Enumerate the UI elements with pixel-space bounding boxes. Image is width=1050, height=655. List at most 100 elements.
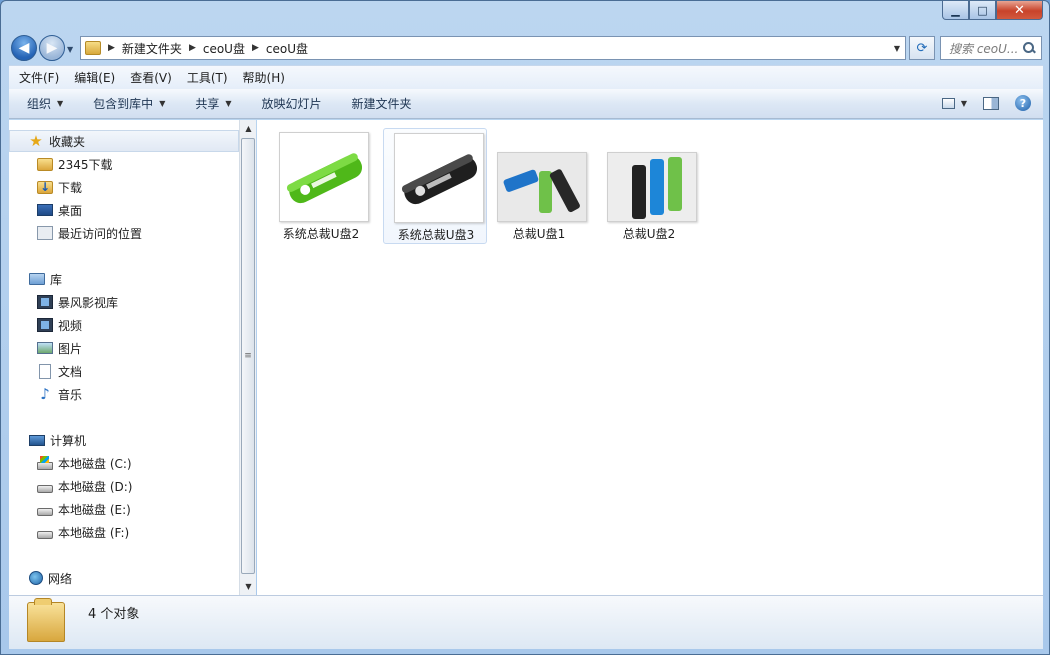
document-icon (39, 363, 51, 379)
image-thumbnail (607, 152, 697, 222)
nav-item-label: 图片 (58, 341, 83, 356)
menu-edit[interactable]: 编辑(E) (64, 69, 120, 86)
menu-file[interactable]: 文件(F) (9, 69, 64, 86)
nav-item-music[interactable]: ♪ 音乐 (37, 383, 82, 405)
hard-drive-icon (37, 531, 53, 539)
hard-drive-icon (37, 485, 53, 493)
folder-icon (27, 598, 65, 642)
nav-network-label: 网络 (48, 571, 73, 586)
nav-item-downloads[interactable]: 下载 (37, 176, 82, 198)
share-label: 共享 (195, 97, 220, 111)
nav-item-label: 本地磁盘 (D:) (58, 479, 133, 494)
nav-item-label: 最近访问的位置 (58, 226, 143, 241)
menu-view[interactable]: 查看(V) (120, 69, 177, 86)
address-bar[interactable]: ▶ 新建文件夹 ▶ ceoU盘 ▶ ceoU盘 ▼ (80, 36, 906, 60)
network-icon (29, 571, 43, 585)
nav-computer[interactable]: 计算机 (9, 429, 239, 451)
view-controls: ▼ ? (941, 95, 1031, 111)
menu-help[interactable]: 帮助(H) (233, 69, 290, 86)
nav-item-drive-f[interactable]: 本地磁盘 (F:) (37, 521, 129, 543)
nav-item-drive-e[interactable]: 本地磁盘 (E:) (37, 498, 131, 520)
nav-item-recent-places[interactable]: 最近访问的位置 (37, 222, 142, 244)
views-dropdown-icon[interactable]: ▼ (961, 99, 967, 108)
chevron-down-icon: ▼ (57, 99, 64, 108)
file-list: 系统总裁U盘2 系统总裁U盘3 总裁U盘1 总裁U盘2 (257, 120, 1043, 595)
image-thumbnail (279, 132, 369, 222)
nav-item-videos[interactable]: 视频 (37, 314, 82, 336)
new-folder-button[interactable]: 新建文件夹 (352, 95, 412, 112)
refresh-button[interactable]: ⟳ (909, 36, 935, 60)
breadcrumb-item[interactable]: ceoU盘 (266, 40, 308, 57)
breadcrumb-separator[interactable]: ▶ (108, 43, 115, 53)
search-icon[interactable] (1023, 42, 1035, 54)
organize-label: 组织 (27, 97, 52, 111)
black-usb-drive-icon (401, 154, 478, 205)
minimize-button[interactable]: ▁ (942, 1, 969, 20)
preview-pane-icon[interactable] (983, 96, 999, 110)
change-view-icon[interactable] (941, 97, 955, 109)
file-item[interactable]: 总裁U盘1 (487, 128, 591, 244)
forward-button[interactable]: ▶ (39, 35, 65, 61)
include-in-library-button[interactable]: 包含到库中 ▼ (93, 95, 165, 112)
breadcrumb-separator[interactable]: ▶ (252, 43, 259, 53)
folder-icon (37, 157, 53, 171)
video-library-icon (37, 295, 53, 309)
nav-item-documents[interactable]: 文档 (37, 360, 82, 382)
close-button[interactable]: ✕ (996, 1, 1043, 20)
nav-item-pictures[interactable]: 图片 (37, 337, 82, 359)
computer-icon (29, 434, 45, 446)
nav-item-desktop[interactable]: 桌面 (37, 199, 82, 221)
recent-places-icon (37, 226, 53, 240)
scroll-up-arrow-icon[interactable]: ▲ (240, 120, 257, 137)
recent-pages-dropdown[interactable]: ▼ (67, 45, 73, 54)
search-input[interactable]: 搜索 ceoU... (941, 40, 1021, 57)
nav-item-baofeng-library[interactable]: 暴风影视库 (37, 291, 118, 313)
breadcrumb-separator[interactable]: ▶ (189, 43, 196, 53)
scroll-thumb[interactable]: ≡ (241, 138, 255, 574)
nav-item-label: 音乐 (58, 387, 83, 402)
menu-bar: 文件(F) 编辑(E) 查看(V) 工具(T) 帮助(H) (9, 65, 1043, 89)
nav-favorites[interactable]: ★ 收藏夹 (9, 130, 239, 152)
share-button[interactable]: 共享 ▼ (195, 95, 231, 112)
scroll-down-arrow-icon[interactable]: ▼ (240, 578, 257, 595)
navigation-pane: ★ 收藏夹 2345下载 下载 桌面 最近访问的位置 库 暴风影视库 (9, 120, 239, 595)
nav-item-label: 本地磁盘 (E:) (58, 502, 131, 517)
desktop-icon (37, 204, 53, 216)
nav-libraries[interactable]: 库 (9, 268, 239, 290)
maximize-button[interactable]: □ (969, 1, 996, 20)
menu-tools[interactable]: 工具(T) (177, 69, 233, 86)
nav-favorites-label: 收藏夹 (49, 134, 86, 149)
image-thumbnail (497, 152, 587, 222)
organize-button[interactable]: 组织 ▼ (27, 95, 63, 112)
file-item[interactable]: 系统总裁U盘2 (269, 128, 373, 244)
chevron-down-icon: ▼ (159, 99, 166, 108)
help-icon[interactable]: ? (1015, 95, 1031, 111)
nav-item-drive-d[interactable]: 本地磁盘 (D:) (37, 475, 132, 497)
file-name: 系统总裁U盘3 (397, 228, 475, 242)
item-count: 4 个对象 (88, 607, 140, 622)
slideshow-button[interactable]: 放映幻灯片 (262, 95, 322, 112)
file-name: 总裁U盘1 (512, 227, 566, 241)
search-box[interactable]: 搜索 ceoU... (940, 36, 1042, 60)
downloads-folder-icon (37, 180, 53, 194)
nav-network[interactable]: 网络 (9, 567, 239, 589)
nav-item-2345-downloads[interactable]: 2345下载 (37, 153, 113, 175)
back-button[interactable]: ◀ (11, 35, 37, 61)
nav-item-label: 暴风影视库 (58, 295, 119, 310)
usb-drives-photo-icon (608, 153, 696, 221)
caption-buttons: ▁ □ ✕ (942, 1, 1043, 20)
breadcrumb-item[interactable]: 新建文件夹 (122, 40, 182, 57)
breadcrumb-item[interactable]: ceoU盘 (203, 40, 245, 57)
green-usb-drive-icon (286, 153, 363, 204)
nav-item-label: 桌面 (58, 203, 83, 218)
navigation-scrollbar[interactable]: ▲ ≡ ▼ (239, 120, 256, 595)
file-item[interactable]: 总裁U盘2 (597, 128, 701, 244)
address-dropdown-button[interactable]: ▼ (894, 44, 900, 53)
chevron-down-icon: ▼ (225, 99, 232, 108)
nav-computer-label: 计算机 (50, 433, 87, 448)
hard-drive-icon (37, 508, 53, 516)
file-item-selected[interactable]: 系统总裁U盘3 (383, 128, 487, 244)
video-icon (37, 318, 53, 332)
nav-item-drive-c[interactable]: 本地磁盘 (C:) (37, 452, 132, 474)
nav-item-label: 本地磁盘 (F:) (58, 525, 130, 540)
